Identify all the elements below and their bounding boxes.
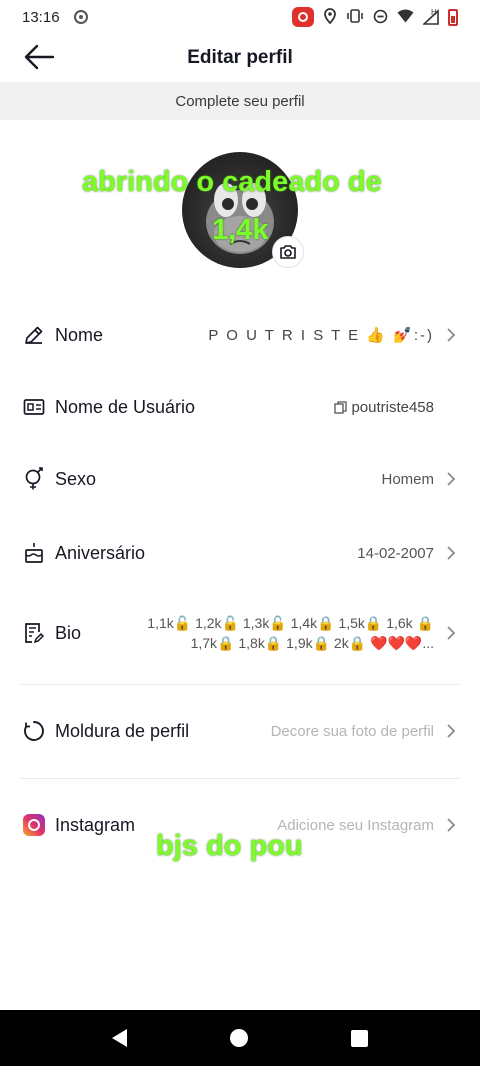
nav-recent-icon[interactable] <box>351 1029 369 1047</box>
vibrate-icon <box>346 9 364 25</box>
change-photo-button[interactable] <box>272 236 304 268</box>
field-value-gender: Homem <box>381 470 434 488</box>
back-button[interactable] <box>22 42 56 72</box>
nav-home-icon[interactable] <box>229 1029 248 1047</box>
field-value-name: P O U T R I S T E 👍 💅:-) <box>208 327 434 344</box>
chevron-right-icon <box>447 546 456 560</box>
wifi-icon <box>397 9 414 25</box>
system-nav-bar <box>0 1010 480 1066</box>
status-icons: H <box>292 7 458 27</box>
field-row-gender[interactable]: Sexo Homem <box>0 462 480 496</box>
frame-circle-icon <box>22 719 46 743</box>
instagram-icon <box>23 814 45 836</box>
field-row-birthday[interactable]: Aniversário 14-02-2007 <box>0 536 480 570</box>
divider <box>20 684 460 685</box>
chevron-right-icon <box>447 328 456 342</box>
field-label-frame: Moldura de perfil <box>55 720 190 741</box>
field-row-name[interactable]: Nome P O U T R I S T E 👍 💅:-) <box>0 318 480 352</box>
field-label-gender: Sexo <box>55 468 97 489</box>
banner-text: Complete seu perfil <box>175 92 305 110</box>
screen-record-icon <box>292 7 314 27</box>
field-value-frame: Decore sua foto de perfil <box>270 722 434 740</box>
chevron-right-icon <box>447 626 456 640</box>
divider <box>20 778 460 779</box>
battery-icon <box>448 8 458 26</box>
edit-note-icon <box>22 621 46 645</box>
complete-profile-banner[interactable]: Complete seu perfil <box>0 82 480 120</box>
field-row-profile-frame[interactable]: Moldura de perfil Decore sua foto de per… <box>0 714 480 748</box>
pencil-icon <box>22 323 46 347</box>
dnd-icon <box>373 9 388 26</box>
copy-icon[interactable] <box>334 400 348 414</box>
arrow-left-icon <box>24 44 55 70</box>
overlay-caption-line2: 1,4k <box>212 214 269 246</box>
field-value-bio: 1,1k🔓 1,2k🔓 1,3k🔓 1,4k🔒 1,5k🔒 1,6k 🔒 1,7… <box>147 615 434 651</box>
field-label-birthday: Aniversário <box>55 542 146 563</box>
status-time: 13:16 <box>22 8 60 26</box>
overlay-caption-footer: bjs do pou <box>156 830 303 862</box>
location-icon <box>323 8 337 26</box>
chevron-right-icon <box>447 818 456 832</box>
field-value-birthday: 14-02-2007 <box>357 544 434 562</box>
field-row-bio[interactable]: Bio 1,1k🔓 1,2k🔓 1,3k🔓 1,4k🔒 1,5k🔒 1,6k 🔒… <box>0 610 480 656</box>
page-title: Editar perfil <box>187 47 293 68</box>
field-label-name: Nome <box>55 324 104 345</box>
field-label-username: Nome de Usuário <box>55 396 196 417</box>
field-value-username[interactable]: poutriste458 <box>334 399 434 416</box>
camera-icon <box>280 245 296 259</box>
id-card-icon <box>22 395 46 419</box>
field-label-bio: Bio <box>55 622 82 643</box>
status-bar: 13:16 H <box>0 0 480 34</box>
chevron-right-icon <box>447 472 456 486</box>
signal-icon: H <box>421 8 439 27</box>
username-text: poutriste458 <box>351 398 434 416</box>
overlay-caption-line1: abrindo o cadeado de <box>82 166 382 198</box>
field-row-username[interactable]: Nome de Usuário poutriste458 <box>0 390 480 424</box>
chevron-right-icon <box>447 724 456 738</box>
nav-back-icon[interactable] <box>111 1029 127 1047</box>
header: Editar perfil <box>0 34 480 82</box>
gender-icon <box>22 467 46 491</box>
field-label-instagram: Instagram <box>55 814 136 835</box>
cake-icon <box>22 541 46 565</box>
notification-icon <box>73 10 88 24</box>
